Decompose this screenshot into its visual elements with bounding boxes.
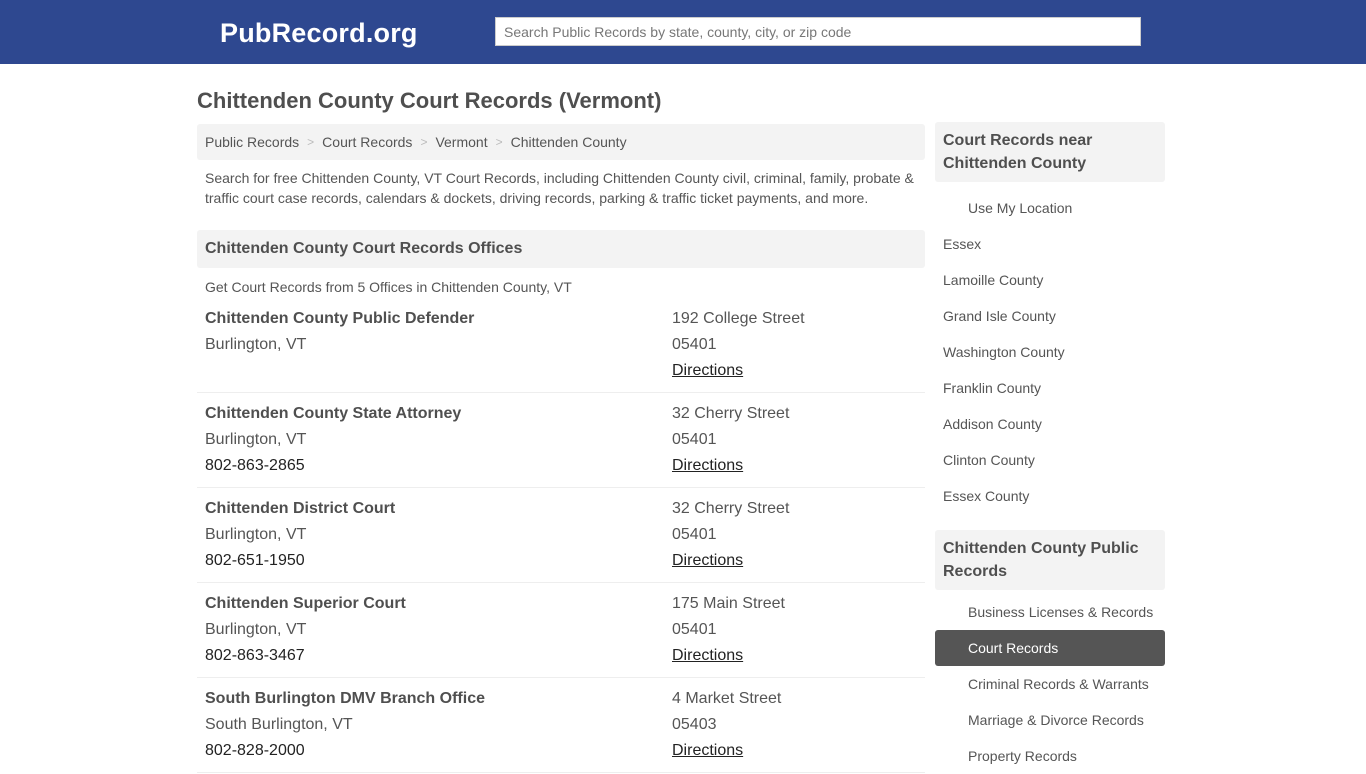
breadcrumb-vermont[interactable]: Vermont [435, 134, 487, 150]
nearby-item[interactable]: Clinton County [935, 442, 1165, 478]
nearby-link[interactable]: Clinton County [935, 452, 1035, 468]
use-location-link[interactable]: Use My Location [935, 200, 1072, 216]
nearby-item[interactable]: Grand Isle County [935, 298, 1165, 334]
site-header: PubRecord.org [0, 0, 1366, 64]
office-zip: 05401 [672, 526, 717, 543]
sidebar: Court Records near Chittenden County Use… [935, 122, 1165, 774]
breadcrumb-separator: > [420, 135, 428, 149]
breadcrumb-court-records[interactable]: Court Records [322, 134, 412, 150]
nearby-heading: Court Records near Chittenden County [935, 122, 1165, 182]
office-phone: 802-863-3467 [205, 647, 305, 664]
search-input[interactable] [495, 17, 1141, 46]
directions-link[interactable]: Directions [672, 457, 743, 474]
office-address: 32 Cherry Street [672, 405, 790, 422]
office-zip: 05401 [672, 431, 717, 448]
public-records-link[interactable]: Business Licenses & Records [935, 604, 1153, 620]
breadcrumb-public-records[interactable]: Public Records [205, 134, 299, 150]
nearby-item[interactable]: Washington County [935, 334, 1165, 370]
office-address: 4 Market Street [672, 690, 782, 707]
directions-link[interactable]: Directions [672, 552, 743, 569]
directions-link[interactable]: Directions [672, 742, 743, 759]
breadcrumb-separator: > [307, 135, 315, 149]
office-zip: 05401 [672, 336, 717, 353]
use-location-item[interactable]: Use My Location [935, 190, 1165, 226]
public-records-heading: Chittenden County Public Records [935, 530, 1165, 590]
office-city: South Burlington, VT [205, 716, 353, 733]
public-records-item-active[interactable]: Court Records [935, 630, 1165, 666]
nearby-item[interactable]: Addison County [935, 406, 1165, 442]
nearby-link[interactable]: Washington County [935, 344, 1065, 360]
office-item: Chittenden County Public Defender Burlin… [197, 298, 925, 393]
breadcrumb: Public Records > Court Records > Vermont… [197, 124, 925, 160]
office-item: Chittenden District Court Burlington, VT… [197, 488, 925, 583]
public-records-item[interactable]: Criminal Records & Warrants [935, 666, 1165, 702]
office-city: Burlington, VT [205, 431, 307, 448]
office-address: 32 Cherry Street [672, 500, 790, 517]
nearby-item[interactable]: Essex County [935, 478, 1165, 514]
public-records-item[interactable]: Business Licenses & Records [935, 594, 1165, 630]
office-item: South Burlington DMV Branch Office South… [197, 678, 925, 773]
nearby-link[interactable]: Essex [935, 236, 981, 252]
breadcrumb-current: Chittenden County [510, 134, 627, 150]
office-name: Chittenden County Public Defender [205, 310, 475, 327]
office-zip: 05401 [672, 621, 717, 638]
office-name: Chittenden District Court [205, 500, 396, 517]
nearby-link[interactable]: Grand Isle County [935, 308, 1056, 324]
public-records-item[interactable]: Property Records [935, 738, 1165, 774]
office-name: Chittenden County State Attorney [205, 405, 462, 422]
site-logo[interactable]: PubRecord.org [220, 18, 418, 49]
page-title: Chittenden County Court Records (Vermont… [197, 88, 662, 113]
office-phone: 802-828-2000 [205, 742, 305, 759]
office-zip: 05403 [672, 716, 717, 733]
public-records-link[interactable]: Criminal Records & Warrants [935, 676, 1149, 692]
offices-heading: Chittenden County Court Records Offices [197, 230, 925, 268]
office-list: Chittenden County Public Defender Burlin… [197, 298, 925, 773]
nearby-link[interactable]: Essex County [935, 488, 1029, 504]
nearby-item[interactable]: Lamoille County [935, 262, 1165, 298]
office-phone: 802-863-2865 [205, 457, 305, 474]
office-city: Burlington, VT [205, 336, 307, 353]
nearby-link[interactable]: Addison County [935, 416, 1042, 432]
office-phone [205, 360, 672, 386]
breadcrumb-separator: > [495, 135, 503, 149]
office-item: Chittenden Superior Court Burlington, VT… [197, 583, 925, 678]
office-item: Chittenden County State Attorney Burling… [197, 393, 925, 488]
office-city: Burlington, VT [205, 526, 307, 543]
office-phone: 802-651-1950 [205, 552, 305, 569]
public-records-item[interactable]: Marriage & Divorce Records [935, 702, 1165, 738]
nearby-link[interactable]: Franklin County [935, 380, 1041, 396]
office-address: 192 College Street [672, 310, 805, 327]
offices-subtitle: Get Court Records from 5 Offices in Chit… [205, 279, 572, 295]
nearby-link[interactable]: Lamoille County [935, 272, 1043, 288]
nearby-item[interactable]: Franklin County [935, 370, 1165, 406]
directions-link[interactable]: Directions [672, 647, 743, 664]
public-records-list: Business Licenses & Records Court Record… [935, 594, 1165, 774]
directions-link[interactable]: Directions [672, 362, 743, 379]
public-records-link[interactable]: Court Records [935, 640, 1058, 656]
office-name: Chittenden Superior Court [205, 595, 406, 612]
nearby-item[interactable]: Essex [935, 226, 1165, 262]
office-city: Burlington, VT [205, 621, 307, 638]
public-records-link[interactable]: Property Records [935, 748, 1077, 764]
office-name: South Burlington DMV Branch Office [205, 690, 485, 707]
public-records-link[interactable]: Marriage & Divorce Records [935, 712, 1144, 728]
intro-text: Search for free Chittenden County, VT Co… [205, 170, 914, 206]
office-address: 175 Main Street [672, 595, 785, 612]
nearby-list: Use My Location Essex Lamoille County Gr… [935, 190, 1165, 514]
main-content: Public Records > Court Records > Vermont… [197, 124, 925, 773]
